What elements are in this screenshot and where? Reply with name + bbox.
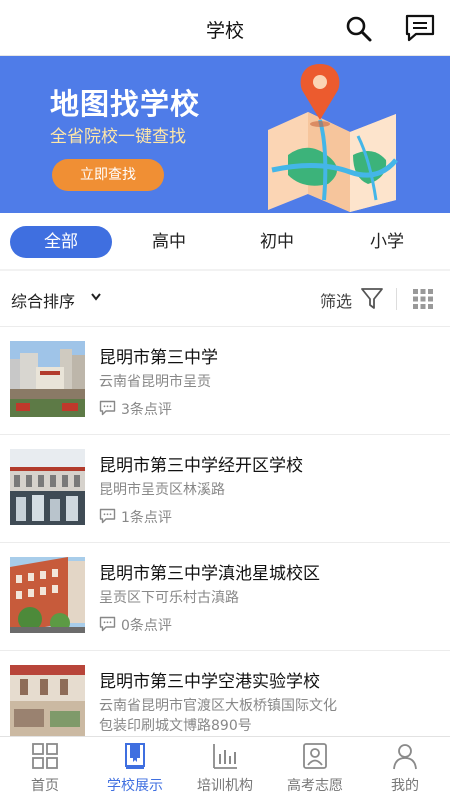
nav-label: 首页: [31, 778, 59, 794]
comment-icon: [99, 400, 116, 416]
school-name: 昆明市第三中学空港实验学校: [99, 672, 320, 692]
review-count-label: 0条点评: [121, 618, 172, 634]
category-tabs: 全部 高中 初中 小学: [0, 213, 450, 269]
school-thumbnail: [10, 557, 85, 633]
nav-label: 高考志愿: [287, 778, 343, 794]
nav-mine[interactable]: 我的: [360, 737, 450, 800]
list-item[interactable]: 昆明市第三中学 云南省昆明市呈贡 3条点评: [0, 327, 450, 435]
grid-view-icon[interactable]: [412, 288, 434, 310]
filter-button[interactable]: 筛选: [320, 288, 352, 312]
find-now-button[interactable]: 立即查找: [52, 159, 164, 191]
comment-icon: [99, 616, 116, 632]
page-title: 学校: [205, 20, 244, 42]
divider: [396, 288, 397, 310]
school-address: 呈贡区下可乐村古滇路: [99, 590, 239, 606]
nav-gaokao[interactable]: 高考志愿: [270, 737, 360, 800]
bottom-nav: 首页 学校展示 培训机构 高考志愿 我的: [0, 736, 450, 800]
book-icon: [125, 743, 145, 769]
nav-label: 培训机构: [197, 778, 253, 794]
school-name: 昆明市第三中学经开区学校: [99, 456, 303, 476]
list-item[interactable]: 昆明市第三中学空港实验学校 云南省昆明市官渡区大板桥镇国际文化包装印刷城文博路8…: [0, 651, 450, 736]
home-grid-icon: [32, 743, 58, 769]
list-item[interactable]: 昆明市第三中学经开区学校 昆明市呈贡区林溪路 1条点评: [0, 435, 450, 543]
nav-label: 我的: [391, 778, 419, 794]
nav-home[interactable]: 首页: [0, 737, 90, 800]
comment-icon: [99, 508, 116, 524]
review-count-label: 3条点评: [121, 402, 172, 418]
chevron-down-icon[interactable]: [90, 292, 102, 302]
user-icon: [393, 744, 417, 770]
tab-middle-school[interactable]: 初中: [238, 226, 316, 258]
school-address: 云南省昆明市呈贡: [99, 374, 211, 390]
tab-primary-school[interactable]: 小学: [348, 226, 426, 258]
map-pin-illustration: [268, 64, 398, 212]
profile-card-icon: [303, 743, 327, 769]
message-icon[interactable]: [404, 13, 436, 43]
school-name: 昆明市第三中学滇池星城校区: [99, 564, 320, 584]
sort-filter-bar: 综合排序 筛选: [0, 271, 450, 327]
tab-all[interactable]: 全部: [10, 226, 112, 258]
school-address: 云南省昆明市官渡区大板桥镇国际文化包装印刷城文博路890号: [99, 698, 337, 734]
school-thumbnail: [10, 341, 85, 417]
funnel-icon[interactable]: [360, 286, 384, 310]
banner-headline: 地图找学校: [50, 87, 201, 121]
nav-label: 学校展示: [107, 778, 163, 794]
school-name: 昆明市第三中学: [99, 348, 218, 368]
banner-subline: 全省院校一键查找: [50, 127, 186, 147]
app-root: 学校 地图找学校 全省院校一键查找 立即查找 全部 高中 初中 小学 综合排序 …: [0, 0, 450, 800]
school-address: 昆明市呈贡区林溪路: [99, 482, 225, 498]
banner[interactable]: 地图找学校 全省院校一键查找 立即查找: [0, 56, 450, 213]
sort-dropdown[interactable]: 综合排序: [11, 288, 75, 312]
search-icon[interactable]: [344, 14, 374, 44]
school-thumbnail: [10, 665, 85, 736]
top-bar: 学校: [0, 0, 450, 56]
review-count-label: 1条点评: [121, 510, 172, 526]
tab-high-school[interactable]: 高中: [130, 226, 208, 258]
nav-school-showcase[interactable]: 学校展示: [90, 737, 180, 800]
nav-training[interactable]: 培训机构: [180, 737, 270, 800]
school-thumbnail: [10, 449, 85, 525]
training-chart-icon: [213, 744, 237, 769]
list-item[interactable]: 昆明市第三中学滇池星城校区 呈贡区下可乐村古滇路 0条点评: [0, 543, 450, 651]
